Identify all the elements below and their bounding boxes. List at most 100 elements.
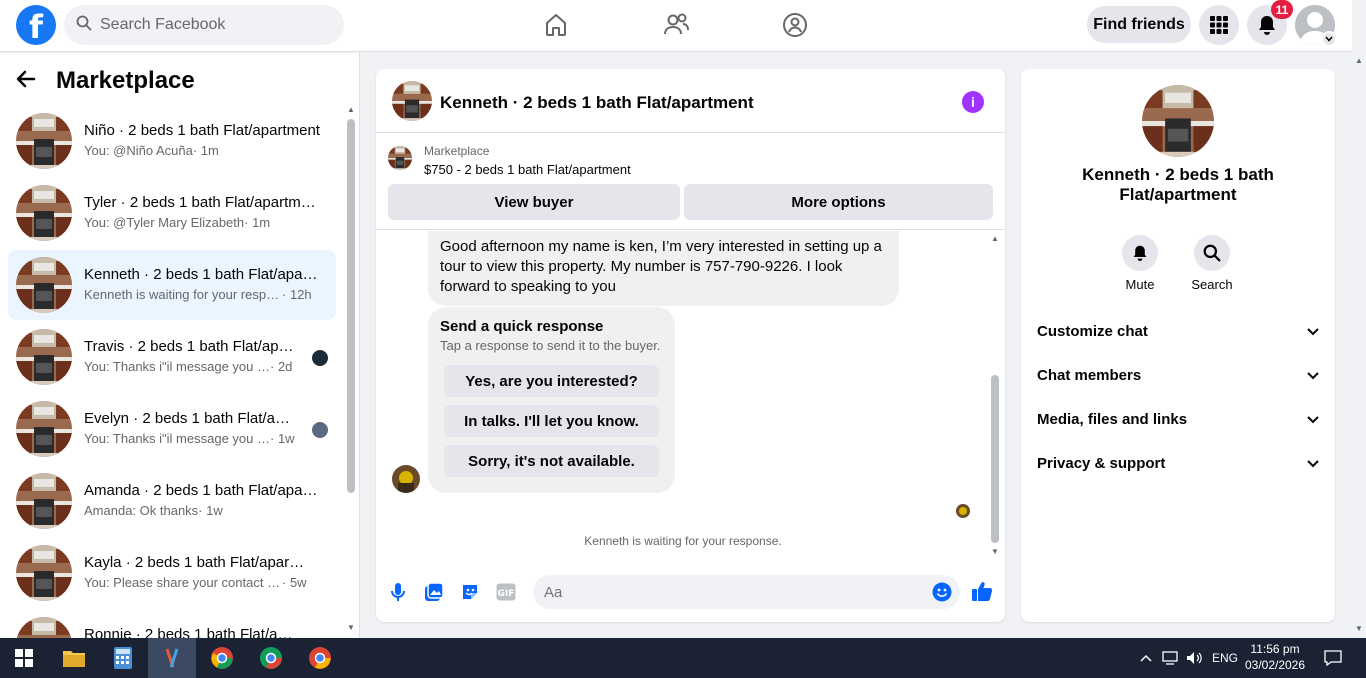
message-input[interactable] xyxy=(544,583,904,601)
search-magnifier-icon[interactable] xyxy=(1194,235,1230,271)
volume-icon[interactable] xyxy=(1186,638,1204,678)
file-explorer-icon[interactable] xyxy=(50,638,98,678)
chevron-down-icon xyxy=(1307,367,1319,384)
listing-thumbnail xyxy=(16,113,72,169)
sticker-icon[interactable] xyxy=(459,581,481,603)
windows-taskbar: ENG 11:56 pm 03/02/2026 xyxy=(0,638,1366,678)
read-receipt-avatar xyxy=(956,504,970,518)
quick-response-title: Send a quick response xyxy=(440,318,604,335)
search-label: Search xyxy=(1191,277,1233,292)
conversation-time: · 1m xyxy=(244,215,271,230)
conversation-item-evelyn[interactable]: Evelyn · 2 beds 1 bath Flat/apartment Yo… xyxy=(8,394,336,464)
search-action[interactable]: Search xyxy=(1182,235,1242,292)
conversation-name: Niño · 2 beds 1 bath Flat/apartment xyxy=(84,122,320,139)
back-arrow-icon[interactable] xyxy=(16,70,36,93)
listing-thumbnail xyxy=(16,329,72,385)
conversation-preview: Amanda: Ok thanks xyxy=(84,503,199,518)
page-title: Marketplace xyxy=(56,67,195,94)
scroll-down-arrow-icon[interactable]: ▼ xyxy=(347,623,355,632)
conversation-preview: You: @Niño Acuña xyxy=(84,143,193,158)
account-chevron-down-icon[interactable] xyxy=(1321,31,1337,47)
conversation-list-panel: Marketplace Niño · 2 beds 1 bath Flat/ap… xyxy=(0,53,360,638)
gif-icon[interactable]: GIF xyxy=(495,581,517,603)
conversation-item-kenneth[interactable]: Kenneth · 2 beds 1 bath Flat/apartment K… xyxy=(8,250,336,320)
conversation-item-amanda[interactable]: Amanda · 2 beds 1 bath Flat/apartment Am… xyxy=(8,466,336,536)
listing-thumbnail[interactable] xyxy=(392,81,432,121)
conversation-item-nino[interactable]: Niño · 2 beds 1 bath Flat/apartment You:… xyxy=(8,106,336,176)
mute-bell-icon[interactable] xyxy=(1122,235,1158,271)
search-box[interactable] xyxy=(64,5,344,45)
quick-reply-not-available-button[interactable]: Sorry, it's not available. xyxy=(444,445,659,477)
show-hidden-icons-chevron-icon[interactable] xyxy=(1140,638,1152,678)
chat-scrollbar-thumb[interactable] xyxy=(991,375,999,543)
chat-scroll-up-icon[interactable]: ▲ xyxy=(991,234,999,243)
conversation-item-travis[interactable]: Travis · 2 beds 1 bath Flat/apartment Yo… xyxy=(8,322,336,392)
clock-time: 11:56 pm xyxy=(1250,642,1300,656)
chat-panel: Kenneth · 2 beds 1 bath Flat/apartment i… xyxy=(376,69,1005,622)
friends-icon[interactable] xyxy=(661,10,691,40)
quick-reply-interested-button[interactable]: Yes, are you interested? xyxy=(444,365,659,397)
emoji-icon[interactable] xyxy=(931,581,953,603)
customize-chat-row[interactable]: Customize chat xyxy=(1037,313,1319,349)
sidebar-scrollbar-thumb[interactable] xyxy=(347,119,355,493)
page-scrollbar[interactable]: ▲ ▼ xyxy=(1352,0,1366,638)
section-label: Chat members xyxy=(1037,366,1142,384)
find-friends-button[interactable]: Find friends xyxy=(1087,6,1191,43)
privacy-support-row[interactable]: Privacy & support xyxy=(1037,445,1319,481)
media-files-links-row[interactable]: Media, files and links xyxy=(1037,401,1319,437)
chat-members-row[interactable]: Chat members xyxy=(1037,357,1319,393)
search-input[interactable] xyxy=(100,16,320,34)
chat-details-panel: Kenneth · 2 beds 1 bath Flat/apartment M… xyxy=(1021,69,1335,622)
conversation-item-kayla[interactable]: Kayla · 2 beds 1 bath Flat/apartment You… xyxy=(8,538,336,608)
chrome-profile-2-icon[interactable] xyxy=(247,638,295,678)
home-icon[interactable] xyxy=(541,10,571,40)
section-label: Privacy & support xyxy=(1037,454,1166,472)
mute-action[interactable]: Mute xyxy=(1110,235,1170,292)
chrome-profile-3-icon[interactable] xyxy=(296,638,344,678)
network-icon[interactable] xyxy=(1162,638,1180,678)
page-scroll-down-icon[interactable]: ▼ xyxy=(1355,624,1363,633)
conversation-preview: You: @Tyler Mary Elizabeth xyxy=(84,215,245,230)
conversation-item-tyler[interactable]: Tyler · 2 beds 1 bath Flat/apartment You… xyxy=(8,178,336,248)
groups-icon[interactable] xyxy=(780,10,810,40)
microphone-icon[interactable] xyxy=(387,581,409,603)
conversation-name: Travis · 2 beds 1 bath Flat/apartment xyxy=(84,338,298,355)
windows-start-icon[interactable] xyxy=(0,638,48,678)
conversation-name: Kenneth · 2 beds 1 bath Flat/apartment xyxy=(84,266,320,283)
view-buyer-button[interactable]: View buyer xyxy=(388,184,680,220)
sender-avatar[interactable] xyxy=(392,465,420,493)
conversation-preview: You: Please share your contact number xyxy=(84,575,282,590)
section-label: Customize chat xyxy=(1037,322,1148,340)
message-input-box[interactable] xyxy=(533,575,960,609)
attach-photo-icon[interactable] xyxy=(423,581,445,603)
listing-source-label: Marketplace xyxy=(424,144,490,158)
listing-thumbnail xyxy=(16,617,72,638)
svg-text:GIF: GIF xyxy=(498,589,515,599)
scroll-up-arrow-icon[interactable]: ▲ xyxy=(347,105,355,114)
info-icon[interactable]: i xyxy=(962,91,984,113)
page-scroll-up-icon[interactable]: ▲ xyxy=(1355,56,1363,65)
like-thumbs-up-icon[interactable] xyxy=(971,580,993,602)
quick-reply-in-talks-button[interactable]: In talks. I'll let you know. xyxy=(444,405,659,437)
chrome-browser-icon[interactable] xyxy=(198,638,246,678)
more-options-button[interactable]: More options xyxy=(684,184,993,220)
listing-thumbnail xyxy=(16,473,72,529)
facebook-logo-icon[interactable]: f xyxy=(16,5,56,45)
listing-thumbnail xyxy=(16,185,72,241)
conversation-name: Evelyn · 2 beds 1 bath Flat/apartment xyxy=(84,410,298,427)
listing-thumbnail xyxy=(16,257,72,313)
listing-thumbnail xyxy=(388,146,412,170)
listing-price[interactable]: $750 - 2 beds 1 bath Flat/apartment xyxy=(424,162,631,177)
calculator-icon[interactable] xyxy=(99,638,147,678)
conversation-name: Tyler · 2 beds 1 bath Flat/apartment xyxy=(84,194,320,211)
language-indicator[interactable]: ENG xyxy=(1212,638,1238,678)
action-center-icon[interactable] xyxy=(1324,638,1342,678)
chat-scroll-down-icon[interactable]: ▼ xyxy=(991,547,999,556)
conversation-time: · 2d xyxy=(270,359,293,374)
menu-grid-icon[interactable] xyxy=(1199,5,1239,45)
taskbar-clock[interactable]: 11:56 pm 03/02/2026 xyxy=(1240,641,1310,673)
conversation-item-ronnie[interactable]: Ronnie · 2 beds 1 bath Flat/apartment xyxy=(8,610,336,638)
chat-title[interactable]: Kenneth · 2 beds 1 bath Flat/apartment xyxy=(440,93,754,113)
snipping-tool-icon[interactable] xyxy=(148,638,196,678)
listing-thumbnail[interactable] xyxy=(1142,85,1214,157)
